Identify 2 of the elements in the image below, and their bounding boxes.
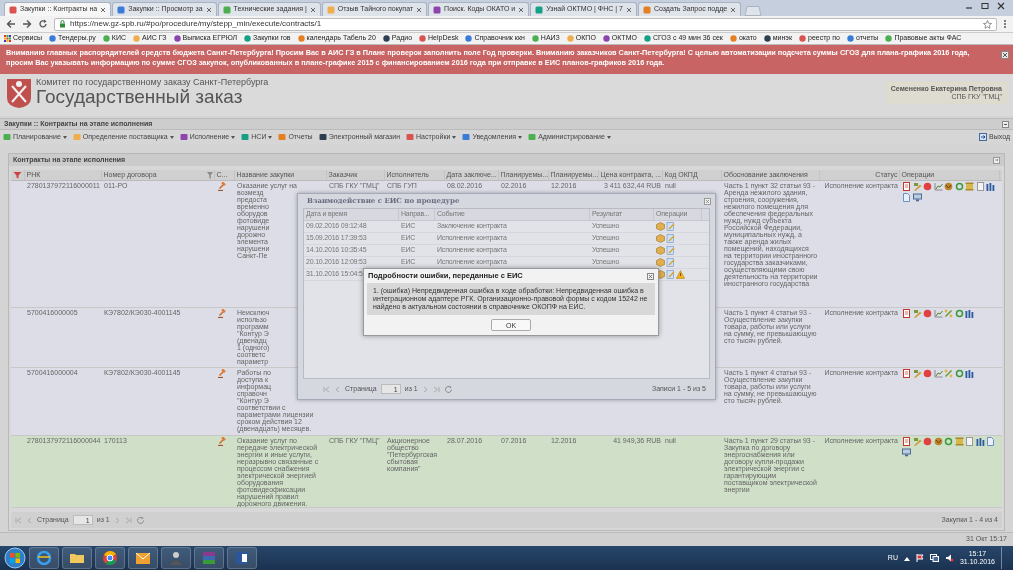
organization-name: Комитет по государственному заказу Санкт-Петербурга [36, 78, 269, 87]
site-title: Государственный заказ [36, 87, 243, 107]
